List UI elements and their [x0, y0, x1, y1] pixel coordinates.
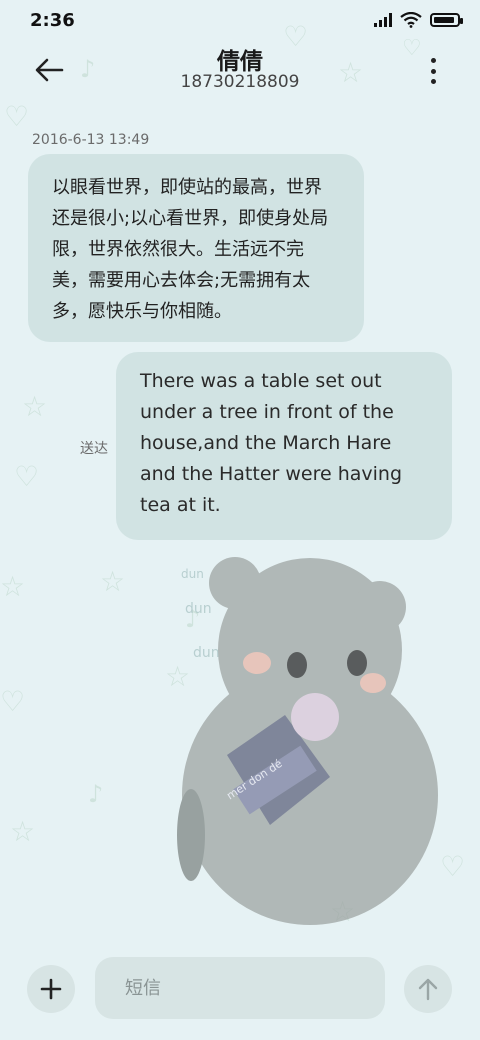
- send-button[interactable]: [404, 965, 452, 1013]
- star-icon: ☆: [22, 390, 48, 423]
- status-time: 2:36: [30, 10, 75, 31]
- message-composer: [0, 950, 480, 1040]
- status-bar: 2:36: [0, 0, 480, 40]
- battery-icon: [430, 13, 463, 27]
- conversation-header: 倩倩 18730218809: [0, 40, 480, 110]
- outgoing-message-bubble[interactable]: There was a table set out under a tree i…: [116, 352, 452, 540]
- contact-name: 倩倩: [217, 49, 263, 75]
- status-icons: [374, 12, 463, 28]
- delivery-status: 送达: [80, 441, 108, 457]
- heart-icon: ♡: [14, 460, 40, 493]
- message-input-field[interactable]: [95, 957, 385, 1019]
- message-input[interactable]: [123, 976, 367, 1000]
- add-icon: [40, 978, 62, 1000]
- send-arrow-icon: [418, 978, 438, 1001]
- message-text: 以眼看世界，即使站的最高，世界还是很小;以心看世界，即使身处局限，世界依然很大。…: [52, 177, 329, 322]
- message-timestamp: 2016-6-13 13:49: [32, 132, 150, 148]
- music-note-icon: ♪: [88, 780, 104, 808]
- wallpaper-caption: dun: [181, 567, 204, 581]
- add-attachment-button[interactable]: [27, 965, 75, 1013]
- bear-wallpaper-illustration: dun dun dun mer don dé: [177, 557, 438, 925]
- signal-icon: [374, 13, 392, 27]
- message-text: There was a table set out under a tree i…: [140, 370, 403, 516]
- star-icon: ☆: [100, 565, 126, 598]
- wallpaper-caption: dun: [185, 601, 212, 617]
- heart-icon: ♡: [0, 685, 26, 718]
- contact-number: 18730218809: [180, 72, 300, 92]
- star-icon: ☆: [0, 570, 26, 603]
- incoming-message-bubble[interactable]: 以眼看世界，即使站的最高，世界还是很小;以心看世界，即使身处局限，世界依然很大。…: [28, 154, 364, 342]
- more-vertical-icon[interactable]: [426, 58, 440, 84]
- wallpaper-caption: dun: [193, 645, 220, 661]
- star-icon: ☆: [10, 815, 36, 848]
- wifi-icon: [400, 12, 422, 28]
